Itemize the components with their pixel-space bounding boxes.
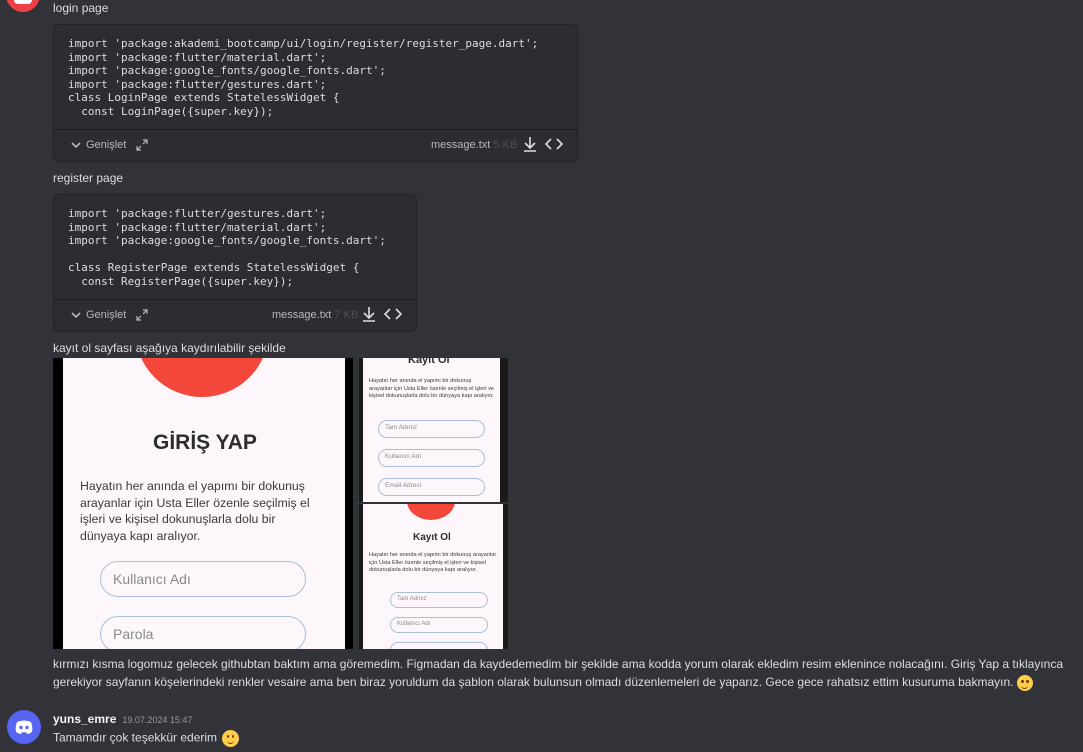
logo-placeholder [407, 504, 455, 520]
code-attachment-footer: Genişlet message.txt 7 KB [54, 299, 416, 331]
image-attachment-login[interactable]: GİRİŞ YAP Hayatın her anında el yapımı b… [53, 358, 353, 649]
fullname-field: Tam Adınız [390, 592, 488, 608]
download-icon[interactable] [361, 306, 377, 322]
username-field: Kullanıcı Adı [390, 617, 488, 633]
message-text: Tamamdır çok teşekkür ederim [53, 730, 240, 747]
phone-description: Hayatın her anında el yapımı bir dokunuş… [80, 479, 310, 543]
phone-description: Hayatın her anında el yapımı bir dokunuş… [369, 552, 497, 574]
message-text: gerekiyor sayfanın köşelerindeki renkler… [53, 675, 1033, 691]
code-view-icon[interactable] [545, 136, 563, 152]
expand-label: Genişlet [86, 309, 127, 321]
message-text: login page [53, 1, 109, 15]
phone-title: Kayıt Ol [408, 358, 450, 366]
code-view-icon[interactable] [384, 306, 402, 322]
password-field: Parola [100, 616, 306, 649]
phone-screen: GİRİŞ YAP Hayatın her anında el yapımı b… [63, 358, 345, 649]
username-field: Kullanıcı Adı [100, 561, 306, 597]
expand-button[interactable]: Genişlet [70, 139, 148, 151]
code-attachment: import 'package:akademi_bootcamp/ui/logi… [53, 24, 578, 162]
code-attachment-footer: Genişlet message.txt 5 KB [54, 129, 577, 161]
expand-arrows-icon [136, 139, 148, 151]
file-size: 5 KB [493, 139, 518, 151]
file-size: 7 KB [334, 309, 359, 321]
fullname-field: Tam Adınız [378, 420, 485, 438]
chevron-down-icon [71, 312, 81, 319]
slightly-smiling-face-icon [1016, 675, 1033, 691]
discord-logo-icon [15, 720, 33, 734]
user-avatar[interactable] [6, 0, 40, 12]
username-field: Kullanıcı Adı [378, 449, 485, 467]
username[interactable]: yuns_emre [53, 712, 116, 726]
email-field: Email Adresi [378, 478, 485, 496]
download-icon[interactable] [522, 136, 538, 152]
message-header: yuns_emre 19.07.2024 15:47 [53, 712, 192, 726]
expand-button[interactable]: Genişlet [70, 309, 148, 321]
code-preview: import 'package:flutter/gestures.dart'; … [68, 207, 386, 288]
phone-title: Kayıt Ol [413, 532, 451, 543]
phone-title: GİRİŞ YAP [153, 431, 257, 454]
code-preview: import 'package:akademi_bootcamp/ui/logi… [68, 37, 539, 118]
file-name[interactable]: message.txt [431, 139, 490, 151]
message-line: gerekiyor sayfanın köşelerindeki renkler… [53, 675, 1014, 690]
file-name[interactable]: message.txt [272, 309, 331, 321]
avatar[interactable] [7, 710, 41, 744]
message-text: kırmızı kısma logomuz gelecek githubtan … [53, 657, 1064, 671]
logo-placeholder [135, 358, 269, 397]
expand-arrows-icon [136, 309, 148, 321]
phone-screen: Kayıt Ol Hayatın her anında el yapımı bi… [363, 358, 500, 502]
image-attachment-register-bottom[interactable]: Kayıt Ol Hayatın her anında el yapımı bi… [359, 504, 508, 649]
message-text: register page [53, 171, 124, 185]
chevron-down-icon [71, 142, 81, 149]
phone-screen: Kayıt Ol Hayatın her anında el yapımı bi… [363, 504, 503, 649]
file-name-link[interactable]: message.txt 5 KB [431, 139, 517, 151]
file-name-link[interactable]: message.txt 7 KB [272, 309, 358, 321]
message-line: Tamamdır çok teşekkür ederim [53, 730, 218, 745]
phone-description: Hayatın her anında el yapımı bir dokunuş… [369, 378, 494, 400]
field-partial [390, 642, 488, 649]
image-attachment-register-top[interactable]: Kayıt Ol Hayatın her anında el yapımı bi… [359, 358, 508, 502]
code-attachment: import 'package:flutter/gestures.dart'; … [53, 194, 417, 332]
slightly-smiling-face-icon [222, 730, 240, 747]
timestamp: 19.07.2024 15:47 [122, 715, 193, 725]
message-text: kayıt ol sayfası aşağıya kaydırılabilir … [53, 341, 286, 355]
expand-label: Genişlet [86, 139, 127, 151]
